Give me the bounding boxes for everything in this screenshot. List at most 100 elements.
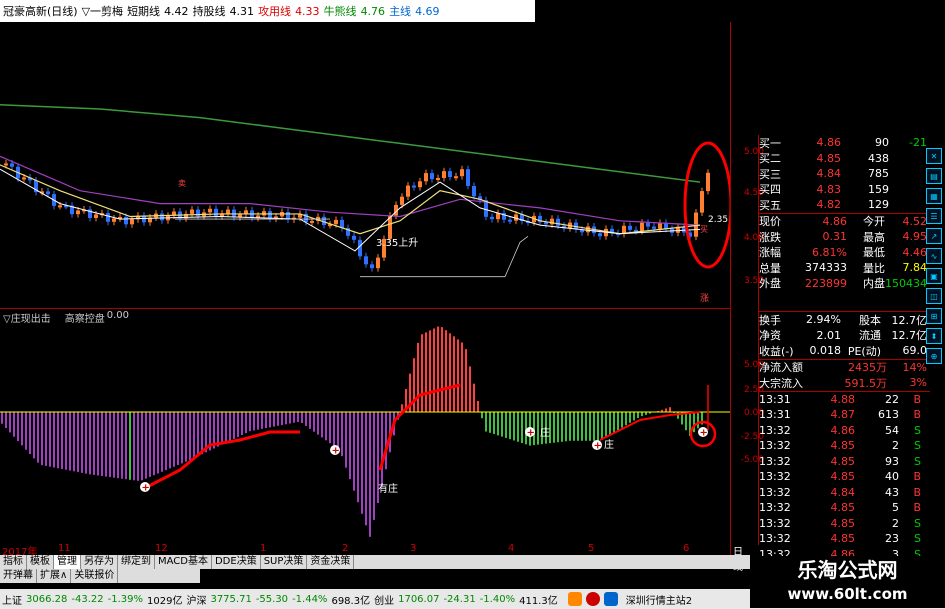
tick-row: 13:32 4.84 43 B xyxy=(759,485,930,501)
candle-body xyxy=(472,185,476,197)
header-item-2-label: 攻用线 xyxy=(258,5,292,18)
tab-related[interactable]: 关联报价 xyxy=(71,569,119,583)
stat-value: 7.84 xyxy=(902,261,928,275)
tick-time: 13:32 xyxy=(759,516,791,530)
buy-marker-1-plus: + xyxy=(142,483,150,494)
bid-row[interactable]: 买二 4.85 438 xyxy=(759,151,930,167)
app-icon-1[interactable] xyxy=(567,592,582,606)
tick-volume: 5 xyxy=(892,501,899,515)
stock-title: 冠豪高新(日线) xyxy=(3,5,78,18)
bid-row[interactable]: 买三 4.84 785 xyxy=(759,166,930,182)
tool-icon-9[interactable]: ⊞ xyxy=(926,308,942,324)
tab-save-as[interactable]: 另存为 xyxy=(81,555,118,569)
tab-dde[interactable]: DDE决策 xyxy=(212,555,261,569)
app-icon-3[interactable] xyxy=(603,592,618,606)
header-item-3-label: 牛熊线 xyxy=(323,5,357,18)
x-label-7: 5 xyxy=(588,543,595,554)
stat-value: 4.95 xyxy=(902,230,928,244)
candle-body xyxy=(58,205,62,208)
stat-label: 外盘 xyxy=(759,277,781,291)
tool-icon-6[interactable]: ∿ xyxy=(926,248,942,264)
trend-line-2 xyxy=(378,383,461,471)
stat2-row: 收益(-) 0.018 PE(动) 69.0 xyxy=(759,343,930,359)
stat2-row: 净资 2.01 流通 12.7亿 xyxy=(759,328,930,344)
tick-price: 4.85 xyxy=(830,454,856,468)
stat2-label: 股本 xyxy=(859,313,881,327)
x-label-5: 3 xyxy=(410,543,417,554)
tool-icon-11[interactable]: ⊕ xyxy=(926,348,942,364)
sz-change: -55.30 xyxy=(255,593,289,605)
bid-row[interactable]: 买四 4.83 159 xyxy=(759,182,930,198)
sz-index: 3775.71 xyxy=(210,593,252,605)
candle-body xyxy=(598,233,602,237)
tick-volume: 613 xyxy=(878,408,899,422)
tab-sup[interactable]: SUP决策 xyxy=(261,555,308,569)
candle-body xyxy=(556,218,560,226)
tool-icon-8[interactable]: ◫ xyxy=(926,288,942,304)
tick-price: 4.85 xyxy=(830,470,856,484)
indicator2-name[interactable]: ▽庄现出击 xyxy=(3,310,51,325)
tool-icon-2[interactable]: ▤ xyxy=(926,168,942,184)
candle-body xyxy=(400,196,404,205)
tool-icon-5[interactable]: ↗ xyxy=(926,228,942,244)
header-item-3-value: 4.76 xyxy=(360,4,386,18)
cy-label[interactable]: 创业 xyxy=(374,592,394,607)
header-item-2-value: 4.33 xyxy=(295,4,320,18)
tab-macd[interactable]: MACD基本 xyxy=(155,555,212,569)
tool-icon-7[interactable]: ▣ xyxy=(926,268,942,284)
tick-volume: 43 xyxy=(885,485,899,499)
kline-chart[interactable]: + + + + +3.35上升 有庄庄庄 2.35 卖买涨 xyxy=(0,0,730,545)
tick-time: 13:32 xyxy=(759,439,791,453)
tick-row: 13:32 4.85 93 S xyxy=(759,454,930,470)
candle-body xyxy=(646,222,650,227)
tab-expand[interactable]: 扩展∧ xyxy=(37,569,72,583)
chart-header: 冠豪高新(日线) ▽一剪梅 短期线 4.42 持股线 4.31 攻用线 4.33… xyxy=(0,0,535,22)
indicator-name[interactable]: ▽一剪梅 xyxy=(82,3,123,19)
tool-icon-4[interactable]: ☰ xyxy=(926,208,942,224)
bid-price: 4.83 xyxy=(816,182,842,196)
server-name[interactable]: 深圳行情主站2 xyxy=(626,592,692,607)
tab-fund[interactable]: 资金决策 xyxy=(307,555,355,569)
tick-price: 4.85 xyxy=(830,516,856,530)
stat-value: 4.86 xyxy=(822,214,848,228)
tab-bind[interactable]: 绑定到 xyxy=(118,555,155,569)
bid-row[interactable]: 买五 4.82 129 xyxy=(759,197,930,213)
stat-row: 涨幅 6.81% 最低 4.46 xyxy=(759,245,930,261)
tick-volume: 2 xyxy=(892,439,899,453)
x-label-3: 1 xyxy=(260,543,267,554)
bid-volume: 785 xyxy=(868,167,889,181)
tab-manage[interactable]: 管理 xyxy=(54,555,81,569)
candle-body xyxy=(22,177,26,180)
sh-change: -43.22 xyxy=(71,593,104,605)
sz-label[interactable]: 沪深 xyxy=(186,592,206,607)
candle-body xyxy=(406,185,410,197)
tick-side: B xyxy=(913,470,921,484)
annotation-zhuang-2: 庄 xyxy=(604,438,614,451)
ma-short-line xyxy=(0,168,701,252)
tick-time: 13:32 xyxy=(759,470,791,484)
chart-canvas[interactable]: +++++3.35上升有庄庄庄2.35卖买涨 xyxy=(0,0,730,545)
header-item-4-label: 主线 xyxy=(389,5,412,18)
cy-index: 1706.07 xyxy=(398,593,440,605)
sz-pct: -1.44% xyxy=(292,593,328,605)
candle-body xyxy=(352,235,356,240)
tool-icon-1[interactable]: ✕ xyxy=(926,148,942,164)
app-icon-2[interactable] xyxy=(585,592,600,606)
tick-side: S xyxy=(914,454,921,468)
sh-label[interactable]: 上证 xyxy=(2,592,22,607)
tool-icon-10[interactable]: ⬍ xyxy=(926,328,942,344)
tick-time: 13:32 xyxy=(759,501,791,515)
tab-template[interactable]: 模板 xyxy=(27,555,54,569)
candle-body xyxy=(628,225,632,230)
tab-indicator[interactable]: 指标 xyxy=(0,555,27,569)
header-item-1-value: 4.31 xyxy=(229,4,255,18)
bid-label: 买四 xyxy=(759,183,781,197)
bid-row[interactable]: 买一 4.86 90 -21 xyxy=(759,135,930,151)
annotation-235: 2.35 xyxy=(708,215,728,225)
tick-time: 13:31 xyxy=(759,408,791,422)
tick-volume: 40 xyxy=(885,470,899,484)
tool-icon-3[interactable]: ▦ xyxy=(926,188,942,204)
candle-body xyxy=(196,209,200,217)
tab-danmu[interactable]: 开弹幕 xyxy=(0,569,37,583)
header-item-4-value: 4.69 xyxy=(415,4,440,18)
